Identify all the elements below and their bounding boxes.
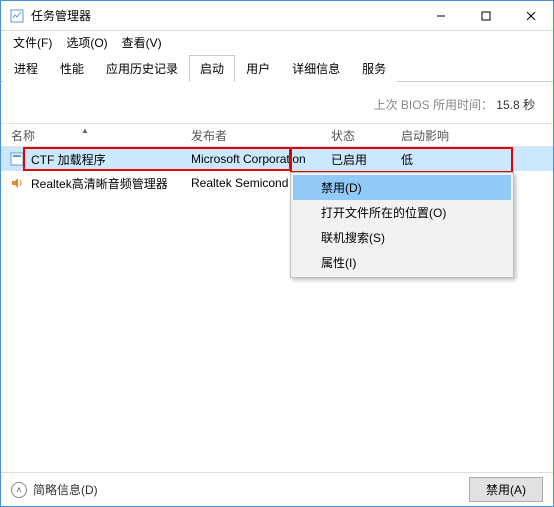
cell-name: Realtek高清晰音频管理器 xyxy=(1,175,191,192)
menu-options[interactable]: 选项(O) xyxy=(60,32,113,53)
tab-services[interactable]: 服务 xyxy=(351,55,397,82)
task-manager-window: 任务管理器 文件(F) 选项(O) 查看(V) 进程 性能 应用历史记录 启动 … xyxy=(0,0,554,507)
tab-processes[interactable]: 进程 xyxy=(3,55,49,82)
bios-time-line: 上次 BIOS 所用时间： 15.8 秒 xyxy=(1,82,553,123)
app-icon xyxy=(9,8,25,24)
header-impact[interactable]: 启动影响 xyxy=(401,127,553,144)
fewer-details-link[interactable]: ˄ 简略信息(D) xyxy=(11,481,98,498)
window-controls xyxy=(418,1,553,30)
app-row-icon xyxy=(9,151,25,167)
menubar: 文件(F) 选项(O) 查看(V) xyxy=(1,31,553,53)
ctx-item-properties[interactable]: 属性(I) xyxy=(293,250,511,275)
menu-file[interactable]: 文件(F) xyxy=(7,32,58,53)
menu-view[interactable]: 查看(V) xyxy=(116,32,168,53)
tab-startup[interactable]: 启动 xyxy=(189,55,235,82)
context-menu: 禁用(D) 打开文件所在的位置(O) 联机搜索(S) 属性(I) xyxy=(290,172,514,278)
column-headers: 名称 ▲ 发布者 状态 启动影响 xyxy=(1,123,553,147)
chevron-up-icon: ˄ xyxy=(11,482,27,498)
maximize-button[interactable] xyxy=(463,1,508,30)
disable-button[interactable]: 禁用(A) xyxy=(469,477,543,502)
tab-details[interactable]: 详细信息 xyxy=(281,55,351,82)
tab-users[interactable]: 用户 xyxy=(235,55,281,82)
bios-value: 15.8 秒 xyxy=(496,98,535,112)
window-title: 任务管理器 xyxy=(31,7,418,24)
table-row[interactable]: CTF 加载程序 Microsoft Corporation 已启用 低 xyxy=(1,147,553,171)
cell-name-text: CTF 加载程序 xyxy=(31,151,106,168)
sort-indicator-icon: ▲ xyxy=(81,126,89,135)
cell-status: 已启用 xyxy=(331,151,401,168)
rows-container: CTF 加载程序 Microsoft Corporation 已启用 低 Rea… xyxy=(1,147,553,195)
bios-label: 上次 BIOS 所用时间： xyxy=(374,98,493,112)
ctx-item-open-location[interactable]: 打开文件所在的位置(O) xyxy=(293,200,511,225)
titlebar: 任务管理器 xyxy=(1,1,553,31)
content-area: 上次 BIOS 所用时间： 15.8 秒 名称 ▲ 发布者 状态 启动影响 CT… xyxy=(1,82,553,472)
speaker-icon xyxy=(9,175,25,191)
tab-performance[interactable]: 性能 xyxy=(49,55,95,82)
fewer-details-label: 简略信息(D) xyxy=(33,481,98,498)
cell-name: CTF 加载程序 xyxy=(1,151,191,168)
header-name[interactable]: 名称 ▲ xyxy=(1,127,191,144)
close-button[interactable] xyxy=(508,1,553,30)
footer: ˄ 简略信息(D) 禁用(A) xyxy=(1,472,553,506)
tab-bar: 进程 性能 应用历史记录 启动 用户 详细信息 服务 xyxy=(1,55,553,82)
header-publisher[interactable]: 发布者 xyxy=(191,127,331,144)
cell-impact: 低 xyxy=(401,151,553,168)
cell-publisher: Microsoft Corporation xyxy=(191,152,331,166)
tab-history[interactable]: 应用历史记录 xyxy=(95,55,189,82)
minimize-button[interactable] xyxy=(418,1,463,30)
cell-name-text: Realtek高清晰音频管理器 xyxy=(31,175,168,192)
ctx-item-search-online[interactable]: 联机搜索(S) xyxy=(293,225,511,250)
header-status[interactable]: 状态 xyxy=(331,127,401,144)
header-name-label: 名称 xyxy=(11,129,35,143)
ctx-item-disable[interactable]: 禁用(D) xyxy=(293,175,511,200)
